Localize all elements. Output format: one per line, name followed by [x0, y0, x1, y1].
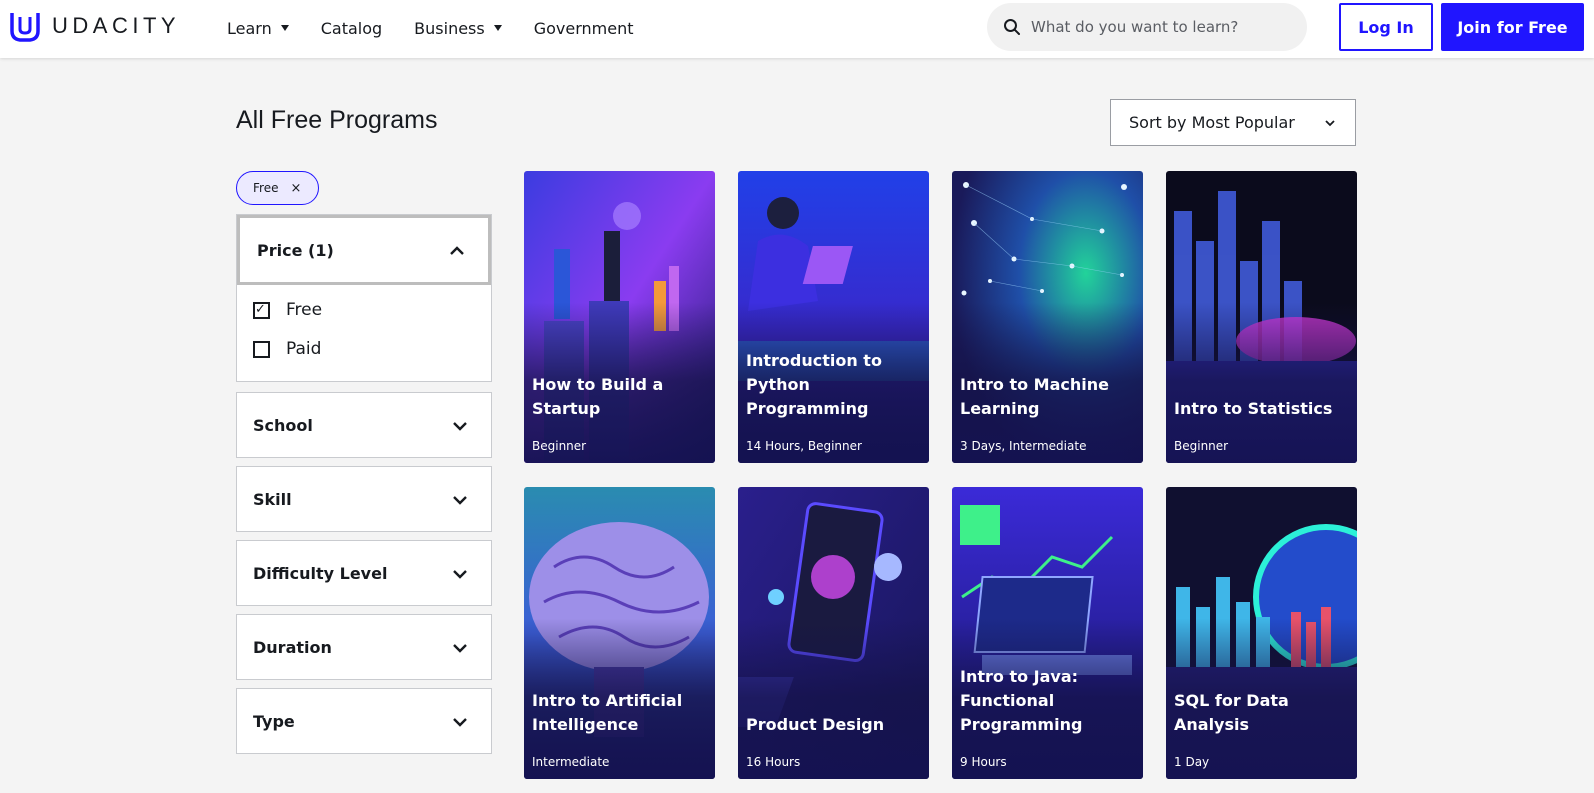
card-title: How to Build a Startup [532, 375, 664, 418]
card-title: Introduction to Python Programming [746, 351, 882, 418]
card-meta: 14 Hours, Beginner [746, 439, 862, 453]
close-icon[interactable]: × [290, 181, 301, 196]
filter-duration-label: Duration [253, 637, 332, 657]
card-title: Intro to Machine Learning [960, 375, 1109, 418]
nav-business[interactable]: Business [414, 19, 502, 38]
program-card-product-design[interactable]: Product Design 16 Hours [738, 487, 929, 779]
card-meta: Beginner [532, 439, 587, 453]
card-title: SQL for Data Analysis [1174, 691, 1289, 734]
filter-school-label: School [253, 415, 313, 435]
page-title: All Free Programs [236, 106, 438, 134]
nav-learn-label: Learn [227, 18, 272, 38]
program-card-statistics[interactable]: Intro to Statistics Beginner [1166, 171, 1357, 463]
program-card-sql[interactable]: SQL for Data Analysis 1 Day [1166, 487, 1357, 779]
udacity-logo-icon [10, 13, 40, 42]
sort-dropdown[interactable]: Sort by Most Popular [1110, 99, 1356, 146]
filter-difficulty-label: Difficulty Level [253, 563, 388, 583]
nav-government-label: Government [533, 18, 634, 38]
caret-down-icon [280, 25, 289, 31]
program-card-artificial-intelligence[interactable]: Intro to Artificial Intelligence Interme… [524, 487, 715, 779]
filter-school[interactable]: School [236, 392, 492, 458]
card-title: Intro to Java: Functional Programming [960, 667, 1083, 734]
filter-price: Price (1) ✓ Free Paid [236, 214, 492, 382]
price-option-free-label: Free [286, 300, 323, 320]
filter-duration[interactable]: Duration [236, 614, 492, 680]
top-nav-bar: UDACITY Learn Catalog Business Governmen… [0, 0, 1594, 58]
card-meta: Beginner [1174, 439, 1229, 453]
price-option-paid-label: Paid [286, 339, 322, 359]
filter-skill-label: Skill [253, 489, 292, 509]
filter-price-title: Price (1) [257, 240, 334, 260]
filter-type[interactable]: Type [236, 688, 492, 754]
main-nav: Learn Catalog Business Government [227, 0, 666, 56]
nav-learn[interactable]: Learn [227, 19, 289, 38]
card-title: Intro to Artificial Intelligence [532, 691, 683, 734]
chevron-down-icon [453, 718, 467, 727]
card-meta: Intermediate [532, 755, 610, 769]
filter-skill[interactable]: Skill [236, 466, 492, 532]
login-button[interactable]: Log In [1339, 3, 1433, 51]
nav-catalog[interactable]: Catalog [321, 19, 382, 38]
card-meta: 3 Days, Intermediate [960, 439, 1087, 453]
card-title: Product Design [746, 715, 885, 734]
chevron-up-icon [450, 246, 464, 255]
program-card-java[interactable]: Intro to Java: Functional Programming 9 … [952, 487, 1143, 779]
join-for-free-button[interactable]: Join for Free [1441, 3, 1584, 51]
filter-difficulty-level[interactable]: Difficulty Level [236, 540, 492, 606]
checkbox-checked-icon[interactable]: ✓ [253, 301, 270, 319]
search-icon [1004, 19, 1020, 35]
card-title: Intro to Statistics [1174, 399, 1333, 418]
chip-label: Free [253, 181, 279, 195]
price-option-free[interactable]: ✓ Free [253, 300, 322, 320]
program-card-machine-learning[interactable]: Intro to Machine Learning 3 Days, Interm… [952, 171, 1143, 463]
chevron-down-icon [453, 570, 467, 579]
sort-label: Sort by Most Popular [1129, 113, 1295, 132]
filter-type-label: Type [253, 711, 295, 731]
card-meta: 16 Hours [746, 755, 801, 769]
card-meta: 9 Hours [960, 755, 1007, 769]
checkbox-icon[interactable] [253, 340, 270, 358]
filter-price-header[interactable]: Price (1) [237, 215, 491, 285]
chevron-down-icon [453, 644, 467, 653]
card-meta: 1 Day [1174, 755, 1210, 769]
nav-catalog-label: Catalog [320, 18, 383, 38]
program-card-startup[interactable]: How to Build a Startup Beginner [524, 171, 715, 463]
nav-government[interactable]: Government [534, 19, 634, 38]
chevron-down-icon [453, 422, 467, 431]
search-input[interactable] [1031, 18, 1291, 36]
search-bar[interactable] [987, 3, 1307, 51]
program-card-python[interactable]: Introduction to Python Programming 14 Ho… [738, 171, 929, 463]
udacity-logo[interactable]: UDACITY [8, 9, 180, 43]
price-option-paid[interactable]: Paid [253, 339, 321, 359]
chevron-down-icon [1325, 120, 1335, 127]
chevron-down-icon [453, 496, 467, 505]
caret-down-icon [493, 25, 502, 31]
nav-business-label: Business [414, 18, 485, 38]
active-filter-chip-free[interactable]: Free × [236, 171, 319, 205]
logo-wordmark: UDACITY [52, 13, 181, 38]
